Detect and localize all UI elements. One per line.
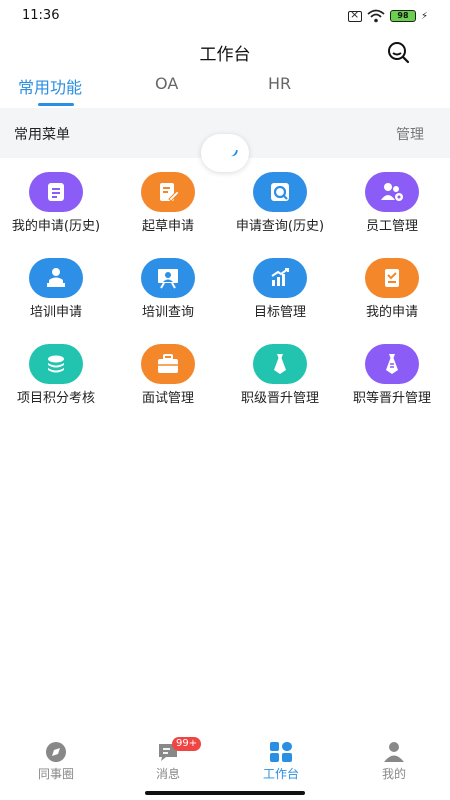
bottom-nav: 同事圈 99+ 消息 工作台 我的 xyxy=(0,735,450,785)
menu-label: 面试管理 xyxy=(141,391,194,406)
menu-item-training-application[interactable]: 培训申请 xyxy=(0,258,112,321)
active-tab-indicator xyxy=(38,103,74,106)
menu-label: 培训查询 xyxy=(141,305,194,320)
person-icon xyxy=(382,741,406,763)
no-sim-icon xyxy=(347,8,362,22)
menu-item-interview-management[interactable]: 面试管理 xyxy=(112,344,224,407)
status-icons: 98 ⚡ xyxy=(347,8,428,23)
menu-item-draft-application[interactable]: 起草申请 xyxy=(112,172,224,235)
unread-badge: 99+ xyxy=(172,737,202,751)
nav-label: 消息 xyxy=(155,767,180,781)
menu-item-application-query-history[interactable]: 申请查询(历史) xyxy=(224,172,336,235)
edit-document-icon xyxy=(141,172,195,212)
menu-label: 培训申请 xyxy=(29,305,82,320)
menu-item-grade-promotion-management[interactable]: 职等晋升管理 xyxy=(336,344,448,407)
manage-button[interactable]: 管理 xyxy=(396,124,424,144)
menu-label: 目标管理 xyxy=(253,305,306,320)
menu-label: 职级晋升管理 xyxy=(240,391,319,406)
menu-label: 员工管理 xyxy=(365,219,418,234)
compass-icon xyxy=(44,741,68,763)
title-bar: 工作台 xyxy=(0,32,450,70)
charging-icon: ⚡ xyxy=(420,10,428,22)
page-title: 工作台 xyxy=(199,45,251,65)
presentation-icon xyxy=(141,258,195,298)
status-bar: 11:36 98 ⚡ xyxy=(0,0,450,32)
tab-oa[interactable]: OA xyxy=(155,74,178,93)
search-icon[interactable] xyxy=(386,40,410,64)
wifi-icon xyxy=(367,9,385,23)
menu-item-goal-management[interactable]: 目标管理 xyxy=(224,258,336,321)
coin-stack-icon xyxy=(29,344,83,384)
loading-spinner xyxy=(201,134,249,172)
nav-messages[interactable]: 99+ 消息 xyxy=(128,737,208,782)
menu-label: 我的申请 xyxy=(365,305,418,320)
nav-colleague-circle[interactable]: 同事圈 xyxy=(16,741,96,782)
grid-icon xyxy=(269,741,293,763)
menu-item-training-query[interactable]: 培训查询 xyxy=(112,258,224,321)
nav-label: 同事圈 xyxy=(37,767,74,781)
checklist-icon xyxy=(365,258,419,298)
menu-label: 职等晋升管理 xyxy=(352,391,431,406)
menu-label: 我的申请(历史) xyxy=(11,219,101,234)
home-indicator xyxy=(145,791,305,795)
menu-item-my-applications[interactable]: 我的申请 xyxy=(336,258,448,321)
status-time: 11:36 xyxy=(22,8,60,23)
menu-item-project-points-assessment[interactable]: 项目积分考核 xyxy=(0,344,112,407)
nav-label: 工作台 xyxy=(262,767,299,781)
battery-icon: 98 xyxy=(389,10,416,22)
menu-label: 申请查询(历史) xyxy=(235,219,325,234)
tab-common-functions[interactable]: 常用功能 xyxy=(18,74,82,98)
menu-label: 项目积分考核 xyxy=(16,391,95,406)
section-title: 常用菜单 xyxy=(14,127,70,143)
menu-item-my-applications-history[interactable]: 我的申请(历史) xyxy=(0,172,112,235)
tie-icon xyxy=(253,344,307,384)
briefcase-icon xyxy=(141,344,195,384)
tab-hr[interactable]: HR xyxy=(268,74,291,93)
nav-label: 我的 xyxy=(381,767,406,781)
document-list-icon xyxy=(29,172,83,212)
message-icon: 99+ xyxy=(156,737,202,763)
tab-bar: 常用功能 OA HR xyxy=(0,70,450,108)
search-document-icon xyxy=(253,172,307,212)
tie-badge-icon xyxy=(365,344,419,384)
growth-chart-icon xyxy=(253,258,307,298)
menu-item-employee-management[interactable]: 员工管理 xyxy=(336,172,448,235)
users-settings-icon xyxy=(365,172,419,212)
trainer-icon xyxy=(29,258,83,298)
menu-label: 起草申请 xyxy=(141,219,194,234)
nav-mine[interactable]: 我的 xyxy=(354,741,434,782)
menu-item-rank-promotion-management[interactable]: 职级晋升管理 xyxy=(224,344,336,407)
nav-workbench[interactable]: 工作台 xyxy=(241,741,321,782)
